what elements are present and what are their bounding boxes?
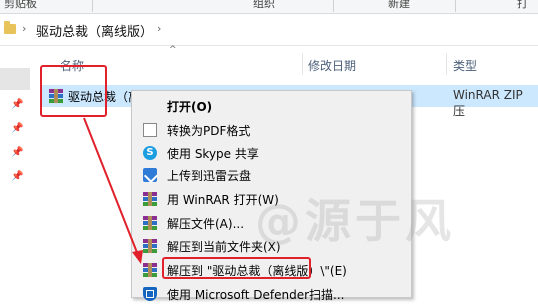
winrar-icon [143, 239, 157, 253]
menu-item-skype-share[interactable]: S 使用 Skype 共享 [132, 142, 411, 164]
pin-icon: 📌 [11, 99, 24, 110]
menu-item-upload-xunlei[interactable]: 上传到迅雷云盘 [132, 164, 411, 186]
chevron-right-icon[interactable]: › [22, 22, 26, 35]
sort-up-icon: ^ [169, 45, 177, 55]
annotation-box-extract [162, 257, 311, 279]
winrar-icon [143, 192, 157, 206]
pin-icon: 📌 [11, 147, 24, 158]
ribbon-group-clipboard: 剪贴板 [4, 0, 37, 10]
column-divider[interactable] [302, 53, 303, 75]
column-header-modified[interactable]: 修改日期 [308, 57, 356, 74]
watermark: @源于风 [255, 194, 455, 248]
ribbon-group-organize: 组织 [253, 0, 275, 10]
pin-icon: 📌 [11, 123, 24, 134]
ribbon-divider [333, 0, 334, 12]
folder-icon [4, 21, 16, 34]
winrar-icon [143, 263, 157, 277]
address-bar[interactable]: › 驱动总裁（离线版） › [0, 14, 538, 46]
winrar-icon [143, 216, 157, 230]
pdf-icon [143, 123, 157, 137]
menu-item-convert-pdf[interactable]: 转换为PDF格式 [132, 119, 411, 141]
ribbon-group-labels: 剪贴板 组织 新建 打开 [0, 0, 538, 26]
chevron-right-icon[interactable]: › [157, 22, 161, 35]
skype-icon: S [143, 146, 157, 160]
nav-item-highlight[interactable] [0, 68, 30, 90]
address-path[interactable]: 驱动总裁（离线版） [36, 21, 153, 40]
navigation-pane: 📌 📌 📌 📌 [0, 46, 30, 296]
annotation-box-file [40, 65, 107, 117]
ribbon-divider [455, 0, 456, 12]
defender-shield-icon [143, 287, 157, 301]
menu-item-open[interactable]: 打开(O) [132, 95, 411, 117]
column-divider[interactable] [446, 53, 447, 75]
menu-item-defender-scan[interactable]: 使用 Microsoft Defender扫描... [132, 283, 411, 305]
ribbon-group-new: 新建 [388, 0, 410, 10]
pin-icon: 📌 [11, 171, 24, 182]
column-header-type[interactable]: 类型 [453, 57, 477, 74]
xunlei-icon [143, 168, 157, 182]
ribbon-divider [92, 0, 93, 12]
file-type: WinRAR ZIP 压 [453, 88, 523, 118]
